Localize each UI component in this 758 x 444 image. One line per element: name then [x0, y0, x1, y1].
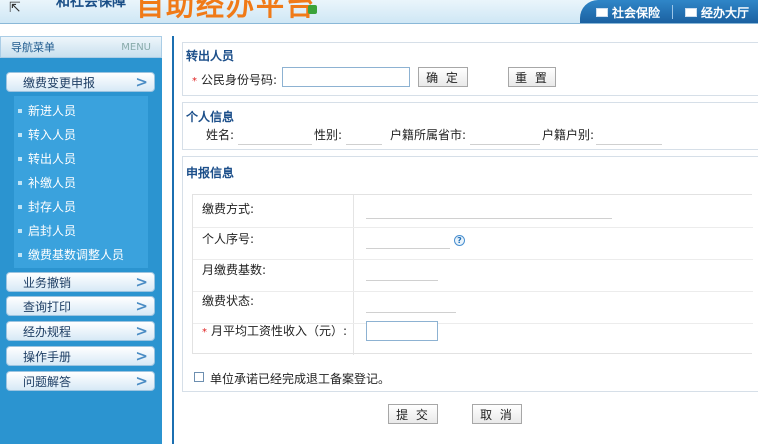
bullet-icon: [18, 156, 22, 161]
gender-label: 性别:: [314, 128, 343, 142]
id-number-input[interactable]: [282, 67, 410, 87]
required-mark: *: [192, 76, 197, 87]
sub-item-label: 转入人员: [28, 128, 77, 142]
sidebar-title: 导航菜单: [11, 41, 55, 54]
bullet-icon: [18, 132, 22, 137]
nav-group-query-print[interactable]: 查询打印 >: [6, 296, 155, 316]
brand-title: 自助经办平台: [136, 0, 317, 22]
monitor-icon: [596, 7, 608, 17]
brand-text: 和社会保障: [56, 0, 126, 10]
personal-info-title: 个人信息: [186, 110, 235, 124]
sidebar-header: 导航菜单 MENU: [0, 36, 162, 58]
sub-item-base-adjust[interactable]: 缴费基数调整人员: [18, 246, 124, 263]
top-links: 社会保险 经办大厅: [580, 0, 758, 23]
commit-checkbox-label: 单位承诺已经完成退工备案登记。: [210, 372, 391, 386]
sub-item-transfer-out[interactable]: 转出人员: [18, 150, 76, 167]
personal-seq-value: [366, 248, 450, 249]
declaration-title: 申报信息: [186, 166, 235, 180]
chevron-right-icon: >: [135, 322, 148, 340]
payment-method-label: 缴费方式:: [202, 202, 255, 216]
service-hall-label: 经办大厅: [701, 5, 750, 20]
payment-method-value: [366, 218, 612, 219]
sub-item-label: 补缴人员: [28, 176, 77, 190]
required-mark: *: [202, 327, 207, 338]
avg-salary-label-text: 月平均工资性收入（元）:: [211, 324, 348, 338]
name-label: 姓名:: [206, 128, 235, 142]
bullet-icon: [18, 228, 22, 233]
payment-status-value: [366, 312, 456, 313]
table-divider: [193, 259, 753, 260]
monthly-base-label: 月缴费基数:: [202, 263, 267, 277]
transfer-out-title: 转出人员: [186, 49, 235, 63]
hukou-value: [596, 144, 662, 145]
province-value: [470, 144, 540, 145]
nav-group-label: 经办规程: [23, 324, 72, 339]
nav-group-revoke[interactable]: 业务撤销 >: [6, 272, 155, 292]
sub-item-label: 启封人员: [28, 224, 77, 238]
main-content: 转出人员 * 公民身份号码: 确 定 重 置 个人信息 姓名: 性别: 户籍所属省…: [172, 36, 758, 444]
bullet-icon: [18, 252, 22, 257]
sub-item-label: 转出人员: [28, 152, 77, 166]
table-divider: [193, 227, 753, 228]
province-label: 户籍所属省市:: [390, 128, 467, 142]
gender-value: [346, 144, 382, 145]
bullet-icon: [18, 204, 22, 209]
chevron-right-icon: >: [135, 347, 148, 365]
id-number-label-text: 公民身份号码:: [201, 73, 278, 87]
submit-button[interactable]: 提 交: [388, 404, 438, 424]
sub-item-label: 封存人员: [28, 200, 77, 214]
confirm-button[interactable]: 确 定: [418, 67, 468, 87]
chevron-right-icon: >: [135, 73, 148, 91]
bullet-icon: [18, 108, 22, 113]
sub-item-label: 缴费基数调整人员: [28, 248, 125, 262]
table-divider: [193, 291, 753, 292]
nav-group-label: 缴费变更申报: [23, 75, 96, 90]
nav-group-faq[interactable]: 问题解答 >: [6, 371, 155, 391]
table-divider: [353, 195, 354, 355]
name-value: [238, 144, 312, 145]
service-hall-link[interactable]: 经办大厅: [685, 4, 749, 21]
nav-group-label: 查询打印: [23, 299, 72, 314]
sub-item-back-payment[interactable]: 补缴人员: [18, 174, 76, 191]
sub-item-new-staff[interactable]: 新进人员: [18, 102, 76, 119]
sub-item-unseal[interactable]: 启封人员: [18, 222, 76, 239]
nav-group-label: 业务撤销: [23, 275, 72, 290]
hukou-label: 户籍户别:: [542, 128, 595, 142]
reset-button[interactable]: 重 置: [508, 67, 556, 87]
payment-status-label: 缴费状态:: [202, 294, 255, 308]
avg-salary-input[interactable]: [366, 321, 438, 341]
id-number-label: * 公民身份号码:: [192, 71, 277, 88]
personal-info-section: [182, 102, 758, 150]
chevron-right-icon: >: [135, 372, 148, 390]
bullet-icon: [18, 180, 22, 185]
mouse-cursor-icon: ⇱: [9, 0, 21, 16]
sub-item-label: 新进人员: [28, 104, 77, 118]
sidebar-menu-label: MENU: [121, 41, 151, 53]
avg-salary-label: * 月平均工资性收入（元）:: [202, 322, 347, 339]
chevron-right-icon: >: [135, 297, 148, 315]
building-icon: [685, 7, 698, 17]
question-icon[interactable]: ?: [454, 235, 465, 246]
social-insurance-label: 社会保险: [612, 5, 661, 20]
chevron-right-icon: >: [135, 273, 148, 291]
social-insurance-link[interactable]: 社会保险: [596, 4, 660, 21]
nav-group-manual[interactable]: 操作手册 >: [6, 346, 155, 366]
top-banner: ⇱ 和社会保障 自助经办平台 社会保险 经办大厅: [0, 0, 758, 24]
divider: [672, 5, 674, 19]
sub-item-seal[interactable]: 封存人员: [18, 198, 76, 215]
monthly-base-value: [366, 280, 438, 281]
personal-seq-label: 个人序号:: [202, 232, 255, 246]
sidebar: 导航菜单 MENU 缴费变更申报 > 新进人员 转入人员 转出人员 补缴人员 封…: [0, 36, 162, 444]
nav-group-procedures[interactable]: 经办规程 >: [6, 321, 155, 341]
nav-group-payment-change[interactable]: 缴费变更申报 >: [6, 72, 155, 92]
speaker-icon[interactable]: [308, 5, 317, 14]
cancel-button[interactable]: 取 消: [472, 404, 522, 424]
nav-group-label: 问题解答: [23, 374, 72, 389]
nav-group-label: 操作手册: [23, 349, 72, 364]
sub-item-transfer-in[interactable]: 转入人员: [18, 126, 76, 143]
commit-checkbox[interactable]: [194, 372, 204, 382]
